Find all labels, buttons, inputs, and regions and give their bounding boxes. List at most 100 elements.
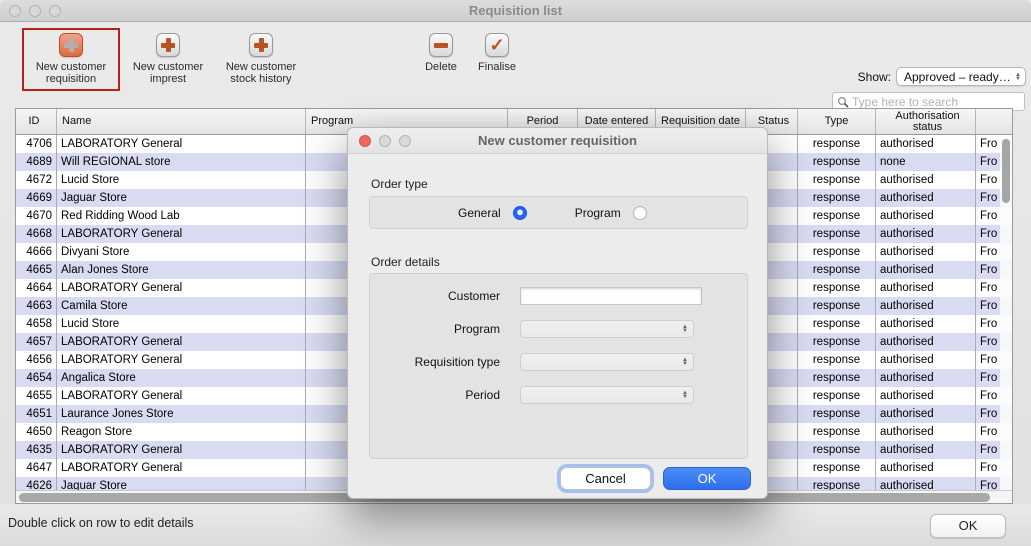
requisition-type-field-label: Requisition type <box>370 355 500 369</box>
cell-name: LABORATORY General <box>57 135 306 153</box>
general-radio-label: General <box>458 206 501 220</box>
period-dropdown[interactable]: ▲▼ <box>520 386 694 404</box>
cell-type: response <box>798 243 876 261</box>
cell-auth: authorised <box>876 189 976 207</box>
cell-name: Will REGIONAL store <box>57 153 306 171</box>
cell-auth: authorised <box>876 405 976 423</box>
cell-type: response <box>798 261 876 279</box>
new-customer-requisition-dialog: New customer requisition Order type Gene… <box>347 127 768 499</box>
cell-id: 4666 <box>16 243 57 261</box>
cell-id: 4664 <box>16 279 57 297</box>
cell-auth: authorised <box>876 261 976 279</box>
cell-id: 4668 <box>16 225 57 243</box>
period-field-label: Period <box>370 388 500 402</box>
dialog-titlebar: New customer requisition <box>348 128 767 154</box>
cell-auth: authorised <box>876 459 976 477</box>
column-header-type[interactable]: Type <box>798 109 876 134</box>
new-customer-stock-history-button[interactable]: New customer stock history <box>216 33 306 85</box>
minimize-window-icon[interactable] <box>29 5 41 17</box>
dialog-minimize-icon[interactable] <box>379 135 391 147</box>
new-requisition-label: New customer requisition <box>24 61 118 85</box>
cell-type: response <box>798 387 876 405</box>
cell-id: 4657 <box>16 333 57 351</box>
finalise-button[interactable]: ✓ Finalise <box>470 33 524 73</box>
cell-name: LABORATORY General <box>57 441 306 459</box>
chevron-up-down-icon: ▲▼ <box>682 325 688 333</box>
cell-type: response <box>798 369 876 387</box>
zoom-window-icon[interactable] <box>49 5 61 17</box>
cell-name: LABORATORY General <box>57 387 306 405</box>
requisition-type-dropdown[interactable]: ▲▼ <box>520 353 694 371</box>
program-radio-group[interactable]: Program <box>575 206 647 220</box>
order-details-label: Order details <box>371 255 440 269</box>
cell-auth: authorised <box>876 207 976 225</box>
cell-auth: authorised <box>876 333 976 351</box>
cell-id: 4654 <box>16 369 57 387</box>
dialog-cancel-button[interactable]: Cancel <box>560 467 651 490</box>
cell-type: response <box>798 459 876 477</box>
cell-type: response <box>798 423 876 441</box>
cell-auth: authorised <box>876 315 976 333</box>
window-ok-button[interactable]: OK <box>930 514 1006 538</box>
cell-type: response <box>798 225 876 243</box>
column-header-name[interactable]: Name <box>57 109 306 134</box>
cell-name: Reagon Store <box>57 423 306 441</box>
cell-name: Jaguar Store <box>57 189 306 207</box>
search-input[interactable] <box>852 95 1020 109</box>
new-stock-history-label: New customer stock history <box>216 61 306 85</box>
cell-name: Divyani Store <box>57 243 306 261</box>
cell-id: 4658 <box>16 315 57 333</box>
program-radio-button[interactable] <box>633 206 647 220</box>
cell-name: Angalica Store <box>57 369 306 387</box>
cell-auth: none <box>876 153 976 171</box>
new-requisition-icon <box>59 33 83 57</box>
cell-auth: authorised <box>876 279 976 297</box>
cell-auth: authorised <box>876 225 976 243</box>
delete-button[interactable]: Delete <box>415 33 467 73</box>
cell-type: response <box>798 333 876 351</box>
general-radio-group[interactable]: General <box>458 206 527 220</box>
column-header-extra[interactable] <box>976 109 1012 134</box>
dialog-ok-button[interactable]: OK <box>663 467 751 490</box>
cell-id: 4647 <box>16 459 57 477</box>
cell-id: 4689 <box>16 153 57 171</box>
cell-type: response <box>798 153 876 171</box>
dialog-close-icon[interactable] <box>359 135 371 147</box>
cell-name: LABORATORY General <box>57 351 306 369</box>
close-window-icon[interactable] <box>9 5 21 17</box>
dialog-zoom-icon[interactable] <box>399 135 411 147</box>
new-customer-imprest-button[interactable]: New customer imprest <box>128 33 208 85</box>
show-filter-label: Show: <box>858 70 891 84</box>
delete-icon <box>429 33 453 57</box>
customer-field-label: Customer <box>370 289 500 303</box>
cell-auth: authorised <box>876 423 976 441</box>
program-field-label: Program <box>370 322 500 336</box>
order-type-panel: General Program <box>369 196 748 229</box>
cell-id: 4656 <box>16 351 57 369</box>
cell-auth: authorised <box>876 369 976 387</box>
window-titlebar: Requisition list <box>0 0 1031 22</box>
cell-id: 4669 <box>16 189 57 207</box>
general-radio-button[interactable] <box>513 206 527 220</box>
program-dropdown[interactable]: ▲▼ <box>520 320 694 338</box>
delete-label: Delete <box>425 61 457 73</box>
order-details-panel: Customer Program ▲▼ Requisition type ▲▼ … <box>369 273 748 459</box>
cell-name: Lucid Store <box>57 171 306 189</box>
status-bar: Double click on row to edit details OK <box>0 504 1031 546</box>
cell-id: 4665 <box>16 261 57 279</box>
requisition-list-window: Requisition list New customer requisitio… <box>0 0 1031 546</box>
customer-input[interactable] <box>520 287 702 305</box>
cell-auth: authorised <box>876 441 976 459</box>
cell-type: response <box>798 207 876 225</box>
show-filter-dropdown[interactable]: Approved – ready to pro… ▲▼ <box>896 67 1026 86</box>
program-radio-label: Program <box>575 206 621 220</box>
cell-type: response <box>798 135 876 153</box>
cell-type: response <box>798 297 876 315</box>
cell-auth: authorised <box>876 243 976 261</box>
column-header-id[interactable]: ID <box>16 109 57 134</box>
finalise-label: Finalise <box>478 61 516 73</box>
vertical-scrollbar-thumb[interactable] <box>1002 139 1010 203</box>
cell-name: LABORATORY General <box>57 459 306 477</box>
column-header-authorisation-status[interactable]: Authorisation status <box>876 109 976 134</box>
new-customer-requisition-button[interactable]: New customer requisition <box>22 28 120 91</box>
